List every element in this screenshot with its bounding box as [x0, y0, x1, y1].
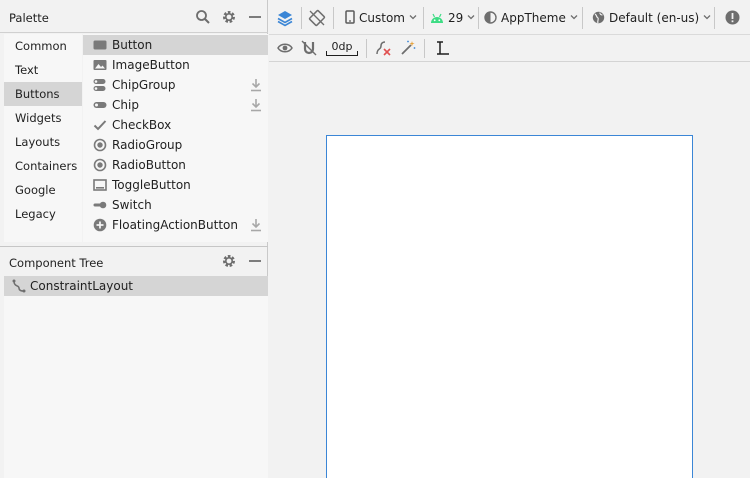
design-canvas[interactable]: [269, 62, 750, 478]
theme-icon: [484, 11, 497, 24]
download-icon[interactable]: [249, 78, 263, 92]
tree-item-constraintlayout[interactable]: ConstraintLayout: [4, 276, 268, 296]
toolbar-separator: [424, 39, 425, 58]
globe-icon: [592, 11, 605, 24]
component-switch[interactable]: Switch: [83, 195, 268, 215]
palette-title: Palette: [9, 11, 49, 25]
orientation-icon[interactable]: [308, 9, 326, 27]
warning-icon[interactable]: [725, 10, 740, 25]
layout-toolbar: 0dp: [269, 35, 750, 62]
device-preview[interactable]: [326, 135, 693, 478]
eye-icon[interactable]: [277, 40, 293, 56]
component-tree-header: Component Tree: [0, 247, 268, 276]
component-imagebutton[interactable]: ImageButton: [83, 55, 268, 75]
radio-button-icon: [93, 158, 107, 172]
palette-components: Button ImageButton ChipGroup Chip CheckB…: [83, 34, 268, 242]
component-radiogroup[interactable]: RadioGroup: [83, 135, 268, 155]
layers-icon[interactable]: [276, 9, 294, 27]
category-google[interactable]: Google: [4, 178, 82, 202]
download-icon[interactable]: [249, 98, 263, 112]
tree-item-label: ConstraintLayout: [30, 279, 134, 293]
device-dropdown[interactable]: Custom: [345, 10, 417, 26]
component-radiobutton[interactable]: RadioButton: [83, 155, 268, 175]
android-icon: [431, 13, 443, 23]
switch-icon: [93, 198, 107, 212]
component-togglebutton[interactable]: ToggleButton: [83, 175, 268, 195]
category-widgets[interactable]: Widgets: [4, 106, 82, 130]
category-layouts[interactable]: Layouts: [4, 130, 82, 154]
chip-icon: [93, 98, 107, 112]
minimize-icon[interactable]: [247, 9, 263, 25]
minimize-icon[interactable]: [247, 253, 263, 269]
component-label: Button: [112, 38, 153, 52]
radio-group-icon: [93, 138, 107, 152]
guidelines-icon[interactable]: [435, 40, 451, 56]
download-icon[interactable]: [249, 218, 263, 232]
locale-label: Default (en-us): [609, 11, 700, 25]
component-tree: [4, 276, 268, 478]
default-margins-field[interactable]: 0dp: [326, 40, 358, 56]
component-chip[interactable]: Chip: [83, 95, 268, 115]
category-legacy[interactable]: Legacy: [4, 202, 82, 226]
palette-categories: Common Text Buttons Widgets Layouts Cont…: [4, 34, 82, 242]
category-containers[interactable]: Containers: [4, 154, 82, 178]
api-level-dropdown[interactable]: 29: [430, 10, 475, 26]
component-tree-title: Component Tree: [9, 256, 104, 270]
toolbar-separator: [301, 7, 302, 29]
toolbar-separator: [478, 7, 479, 29]
component-chipgroup[interactable]: ChipGroup: [83, 75, 268, 95]
gear-icon[interactable]: [221, 253, 237, 269]
theme-label: AppTheme: [501, 11, 566, 25]
magnet-icon[interactable]: [301, 40, 317, 56]
magic-wand-icon[interactable]: [400, 40, 416, 56]
checkbox-icon: [93, 118, 107, 132]
category-text[interactable]: Text: [4, 58, 82, 82]
component-label: RadioGroup: [112, 138, 183, 152]
button-icon: [93, 38, 107, 52]
component-label: Switch: [112, 198, 152, 212]
device-label: Custom: [359, 11, 405, 25]
chevron-down-icon: [409, 15, 417, 20]
constraint-layout-icon: [12, 279, 26, 293]
component-label: FloatingActionButton: [112, 218, 238, 232]
toggle-button-icon: [93, 178, 107, 192]
fab-icon: [93, 218, 107, 232]
image-button-icon: [93, 58, 107, 72]
component-checkbox[interactable]: CheckBox: [83, 115, 268, 135]
component-floatingactionbutton[interactable]: FloatingActionButton: [83, 215, 268, 235]
api-level-label: 29: [448, 11, 464, 25]
search-icon[interactable]: [195, 9, 211, 25]
toolbar-separator: [582, 7, 583, 29]
chip-group-icon: [93, 78, 107, 92]
category-common[interactable]: Common: [4, 34, 82, 58]
toolbar-separator: [714, 7, 715, 29]
gear-icon[interactable]: [221, 9, 237, 25]
toolbar-separator: [333, 7, 334, 29]
theme-dropdown[interactable]: AppTheme: [484, 10, 578, 26]
toolbar-separator: [366, 39, 367, 58]
component-label: ImageButton: [112, 58, 190, 72]
component-button[interactable]: Button: [83, 35, 268, 55]
category-buttons[interactable]: Buttons: [4, 82, 82, 106]
component-label: Chip: [112, 98, 139, 112]
chevron-down-icon: [467, 15, 475, 20]
toolbar-separator: [423, 7, 424, 29]
chevron-down-icon: [703, 15, 711, 20]
component-label: ChipGroup: [112, 78, 176, 92]
design-toolbar: Custom 29 AppTheme Default (en-us): [269, 0, 750, 35]
palette-header: Palette: [0, 0, 268, 33]
clear-constraints-icon[interactable]: [375, 40, 391, 56]
chevron-down-icon: [570, 15, 578, 20]
component-label: ToggleButton: [112, 178, 191, 192]
left-panel: Palette Common Text Buttons Widgets Layo…: [0, 0, 268, 478]
locale-dropdown[interactable]: Default (en-us): [592, 10, 711, 26]
phone-icon: [345, 10, 355, 24]
component-label: CheckBox: [112, 118, 172, 132]
component-label: RadioButton: [112, 158, 186, 172]
